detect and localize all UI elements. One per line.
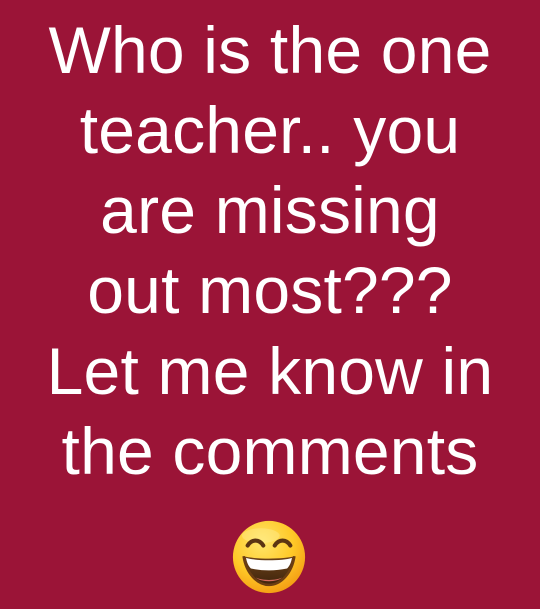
grinning-face-with-smiling-eyes-icon	[228, 516, 310, 598]
message-line-1: Who is the one	[48, 13, 492, 87]
message-line-6: the comments	[61, 414, 479, 488]
message-line-5: Let me know in	[46, 334, 494, 408]
quote-post: Who is the one teacher.. you are missing…	[0, 0, 540, 609]
post-message: Who is the one teacher.. you are missing…	[0, 0, 540, 504]
emoji-svg	[232, 520, 306, 594]
message-line-3: are missing	[100, 173, 440, 247]
message-line-4: out most???	[87, 253, 453, 327]
message-line-2: teacher.. you	[79, 93, 461, 167]
